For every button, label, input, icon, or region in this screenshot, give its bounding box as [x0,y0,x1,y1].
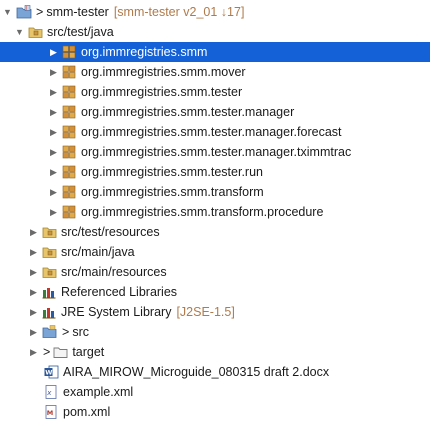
package-icon [62,165,77,179]
project-label: smm-tester [46,5,109,19]
package-icon [62,65,77,79]
package-icon [62,205,77,219]
package-icon [62,85,77,99]
tree-item-src[interactable]: ▶ > src [0,322,434,342]
collapsed-icon[interactable]: ▶ [28,307,39,318]
svg-text:W: W [45,369,52,377]
collapsed-icon[interactable]: ▶ [28,227,39,238]
tree-item-jre-system-library[interactable]: ▶ JRE System Library [J2SE-1.5] [0,302,434,322]
tree-item-src-test-java[interactable]: ▼ src/test/java [0,22,434,42]
tree-item-package[interactable]: ▶ org.immregistries.smm [0,42,430,62]
referenced-libraries-label: Referenced Libraries [61,285,178,299]
svg-text:x: x [46,389,52,397]
docx-file-label: AIRA_MIROW_Microguide_080315 draft 2.doc… [63,365,330,379]
collapsed-icon[interactable]: ▶ [48,87,59,98]
tree-item-package[interactable]: ▶ org.immregistries.smm.transform [0,182,434,202]
package-label: org.immregistries.smm.tester.manager [81,105,295,119]
folder-icon [42,325,57,339]
collapsed-icon[interactable]: ▶ [28,287,39,298]
package-icon [62,125,77,139]
collapsed-icon[interactable]: ▶ [48,127,59,138]
src-prefix: > [62,325,70,339]
collapsed-icon[interactable]: ▶ [28,267,39,278]
package-icon [62,105,77,119]
package-icon [62,145,77,159]
collapsed-icon[interactable]: ▶ [48,107,59,118]
package-icon [62,45,77,59]
package-label: org.immregistries.smm.tester [81,85,243,99]
package-label: org.immregistries.smm.transform [81,185,264,199]
tree-item-target[interactable]: ▶ > target [0,342,434,362]
src-test-resources-label: src/test/resources [61,225,160,239]
tree-item-referenced-libraries[interactable]: ▶ Referenced Libraries [0,282,434,302]
src-label: src [72,325,89,339]
collapsed-icon[interactable]: ▶ [28,327,39,338]
source-folder-icon [42,225,57,239]
tree-item-package[interactable]: ▶ org.immregistries.smm.transform.proced… [0,202,434,222]
package-label: org.immregistries.smm [81,45,208,59]
svg-text:M: M [47,409,53,417]
expanded-icon[interactable]: ▼ [2,7,13,17]
src-test-java-label: src/test/java [47,25,114,39]
library-icon [42,305,57,319]
tree-item-project[interactable]: ▼ J > smm-tester [smm-tester v2_01 ↓17] [0,2,434,22]
target-prefix: > [43,345,51,359]
package-label: org.immregistries.smm.tester.run [81,165,263,179]
package-label: org.immregistries.smm.tester.manager.for… [81,125,342,139]
collapsed-icon[interactable]: ▶ [48,207,59,218]
collapsed-icon[interactable]: ▶ [48,47,59,58]
collapsed-icon[interactable]: ▶ [48,67,59,78]
project-folder-icon: J [16,5,32,19]
tree-item-package[interactable]: ▶ org.immregistries.smm.tester.manager.f… [0,122,434,142]
tree-item-package[interactable]: ▶ org.immregistries.smm.tester.run [0,162,434,182]
tree-item-src-test-resources[interactable]: ▶ src/test/resources [0,222,434,242]
expanded-icon[interactable]: ▼ [14,27,25,37]
package-icon [62,185,77,199]
word-document-icon: W [44,365,59,379]
pom-xml-label: pom.xml [63,405,111,419]
jre-label: JRE System Library [61,305,172,319]
maven-pom-icon: M [44,405,59,419]
src-main-resources-label: src/main/resources [61,265,167,279]
source-folder-icon [42,265,57,279]
library-icon [42,285,57,299]
jre-decoration: [J2SE-1.5] [176,305,235,319]
tree-item-example-xml[interactable]: x example.xml [0,382,434,402]
tree-item-package[interactable]: ▶ org.immregistries.smm.tester [0,82,434,102]
folder-icon [53,345,68,359]
package-label: org.immregistries.smm.transform.procedur… [81,205,324,219]
package-label: org.immregistries.smm.mover [81,65,246,79]
source-folder-icon [42,245,57,259]
tree-item-package[interactable]: ▶ org.immregistries.smm.tester.manager.t… [0,142,434,162]
project-prefix: > [36,5,44,19]
tree-item-package[interactable]: ▶ org.immregistries.smm.mover [0,62,434,82]
example-xml-label: example.xml [63,385,134,399]
package-explorer-tree: ▼ J > smm-tester [smm-tester v2_01 ↓17] … [0,0,434,422]
svg-text:J: J [25,6,27,12]
collapsed-icon[interactable]: ▶ [48,187,59,198]
tree-item-package[interactable]: ▶ org.immregistries.smm.tester.manager [0,102,434,122]
tree-item-docx-file[interactable]: W AIRA_MIROW_Microguide_080315 draft 2.d… [0,362,434,382]
source-folder-icon [28,25,43,39]
src-main-java-label: src/main/java [61,245,135,259]
tree-item-src-main-java[interactable]: ▶ src/main/java [0,242,434,262]
tree-item-src-main-resources[interactable]: ▶ src/main/resources [0,262,434,282]
project-decoration: [smm-tester v2_01 ↓17] [113,5,245,19]
collapsed-icon[interactable]: ▶ [48,167,59,178]
collapsed-icon[interactable]: ▶ [48,147,59,158]
collapsed-icon[interactable]: ▶ [28,347,39,358]
collapsed-icon[interactable]: ▶ [28,247,39,258]
xml-file-icon: x [44,385,59,399]
tree-item-pom-xml[interactable]: M pom.xml [0,402,434,422]
target-label: target [72,345,105,359]
package-label: org.immregistries.smm.tester.manager.txi… [81,145,352,159]
